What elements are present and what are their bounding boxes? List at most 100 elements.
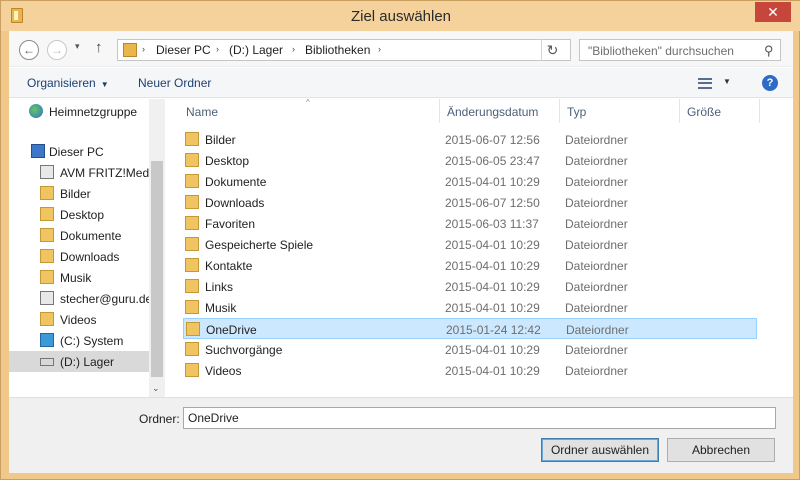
folder-icon <box>40 312 54 326</box>
folder-icon <box>185 174 199 188</box>
table-row[interactable]: Videos 2015-04-01 10:29 Dateiordner <box>183 360 757 381</box>
column-divider[interactable] <box>679 99 680 123</box>
table-row[interactable]: Bilder 2015-06-07 12:56 Dateiordner <box>183 129 757 150</box>
dialog-body: ← → ▾ ↑ › Dieser PC › (D:) Lager › Bibli… <box>9 31 793 473</box>
column-divider[interactable] <box>559 99 560 123</box>
breadcrumb-d-lager[interactable]: (D:) Lager <box>229 43 283 57</box>
dialog-window: Ziel auswählen ✕ ← → ▾ ↑ › Dieser PC › (… <box>0 0 800 480</box>
sidebar-item-heimnetzgruppe[interactable]: Heimnetzgruppe <box>9 101 149 122</box>
sidebar-item-c-system[interactable]: (C:) System <box>9 330 149 351</box>
column-divider[interactable] <box>439 99 440 123</box>
close-button[interactable]: ✕ <box>755 2 791 22</box>
file-date: 2015-04-01 10:29 <box>445 259 540 273</box>
table-row[interactable]: Dokumente 2015-04-01 10:29 Dateiordner <box>183 171 757 192</box>
folder-icon <box>185 363 199 377</box>
table-row[interactable]: Musik 2015-04-01 10:29 Dateiordner <box>183 297 757 318</box>
file-name: Bilder <box>205 133 236 147</box>
file-name: Desktop <box>205 154 250 168</box>
column-header-name[interactable]: Name <box>186 105 218 119</box>
sidebar-item-label: Videos <box>60 313 97 327</box>
folder-icon <box>186 322 200 336</box>
scrollbar-thumb[interactable] <box>151 161 163 377</box>
file-name: Kontakte <box>205 259 253 273</box>
view-options-icon[interactable] <box>698 78 712 89</box>
file-type: Dateiordner <box>565 364 628 378</box>
sidebar-item-bilder[interactable]: Bilder <box>9 183 149 204</box>
address-bar[interactable]: › Dieser PC › (D:) Lager › Bibliotheken … <box>117 39 571 61</box>
chevron-down-icon: ▼ <box>100 80 109 89</box>
organize-menu-button[interactable]: Organisieren ▼ <box>27 76 109 90</box>
table-row[interactable]: Favoriten 2015-06-03 11:37 Dateiordner <box>183 213 757 234</box>
folder-name-input[interactable] <box>183 407 776 429</box>
table-row[interactable]: OneDrive 2015-01-24 12:42 Dateiordner <box>183 318 757 339</box>
sidebar-item-label: Downloads <box>60 250 120 264</box>
homegroup-icon <box>29 104 43 118</box>
folder-icon <box>40 228 54 242</box>
drive-icon <box>40 358 54 366</box>
file-date: 2015-06-07 12:56 <box>445 133 540 147</box>
sidebar-item-avm-fritz[interactable]: AVM FRITZ!Media <box>9 162 149 183</box>
sidebar-item-d-lager[interactable]: (D:) Lager <box>9 351 149 372</box>
folder-icon <box>40 186 54 200</box>
dialog-footer: Ordner: Ordner auswählen Abbrechen <box>9 397 793 473</box>
chevron-down-icon[interactable]: ▼ <box>723 77 731 86</box>
title-bar: Ziel auswählen ✕ <box>1 1 800 31</box>
sidebar-item-label: Desktop <box>60 208 105 222</box>
table-row[interactable]: Kontakte 2015-04-01 10:29 Dateiordner <box>183 255 757 276</box>
table-row[interactable]: Suchvorgänge 2015-04-01 10:29 Dateiordne… <box>183 339 757 360</box>
sidebar-item-label: Bilder <box>60 187 91 201</box>
select-folder-button[interactable]: Ordner auswählen <box>541 438 659 462</box>
folder-icon <box>185 258 199 272</box>
file-type: Dateiordner <box>566 323 629 337</box>
sidebar-item-desktop[interactable]: Desktop <box>9 204 149 225</box>
navigation-pane: Heimnetzgruppe Dieser PC AVM FRITZ!Media… <box>9 99 165 399</box>
sidebar-item-dokumente[interactable]: Dokumente <box>9 225 149 246</box>
breadcrumb-bibliotheken[interactable]: Bibliotheken <box>305 43 370 57</box>
folder-field-label: Ordner: <box>139 412 180 426</box>
breadcrumb-separator[interactable]: › <box>292 44 295 54</box>
system-drive-icon <box>40 333 54 347</box>
search-input[interactable]: "Bibliotheken" durchsuchen ⚲ <box>579 39 781 61</box>
sidebar-item-downloads[interactable]: Downloads <box>9 246 149 267</box>
search-icon[interactable]: ⚲ <box>764 43 774 59</box>
file-type: Dateiordner <box>565 175 628 189</box>
sidebar-scrollbar[interactable]: ⌄ <box>149 99 165 399</box>
breadcrumb-separator[interactable]: › <box>142 44 145 54</box>
folder-icon <box>40 207 54 221</box>
table-row[interactable]: Links 2015-04-01 10:29 Dateiordner <box>183 276 757 297</box>
file-name: Suchvorgänge <box>205 343 283 357</box>
sidebar-item-dieser-pc[interactable]: Dieser PC <box>9 141 149 162</box>
column-divider[interactable] <box>759 99 760 123</box>
help-icon[interactable]: ? <box>762 75 778 91</box>
media-device-icon <box>40 165 54 179</box>
refresh-button[interactable]: ↻ <box>541 39 563 61</box>
folder-icon <box>185 132 199 146</box>
file-date: 2015-01-24 12:42 <box>446 323 541 337</box>
folder-icon <box>40 270 54 284</box>
file-type: Dateiordner <box>565 301 628 315</box>
sidebar-item-musik[interactable]: Musik <box>9 267 149 288</box>
table-row[interactable]: Gespeicherte Spiele 2015-04-01 10:29 Dat… <box>183 234 757 255</box>
up-button[interactable]: ↑ <box>95 39 103 56</box>
table-row[interactable]: Downloads 2015-06-07 12:50 Dateiordner <box>183 192 757 213</box>
file-name: Videos <box>205 364 242 378</box>
column-header-date[interactable]: Änderungsdatum <box>447 105 538 119</box>
folder-icon <box>185 300 199 314</box>
column-header-type[interactable]: Typ <box>567 105 586 119</box>
sidebar-item-videos[interactable]: Videos <box>9 309 149 330</box>
breadcrumb-separator[interactable]: › <box>216 44 219 54</box>
table-row[interactable]: Desktop 2015-06-05 23:47 Dateiordner <box>183 150 757 171</box>
back-button[interactable]: ← <box>19 40 39 60</box>
column-header-size[interactable]: Größe <box>687 105 721 119</box>
forward-button[interactable]: → <box>47 40 67 60</box>
breadcrumb-separator[interactable]: › <box>378 44 381 54</box>
new-folder-button[interactable]: Neuer Ordner <box>138 76 211 90</box>
scroll-down-icon[interactable]: ⌄ <box>152 383 160 394</box>
file-type: Dateiordner <box>565 259 628 273</box>
breadcrumb-dieser-pc[interactable]: Dieser PC <box>156 43 211 57</box>
file-date: 2015-04-01 10:29 <box>445 364 540 378</box>
file-date: 2015-06-03 11:37 <box>445 217 539 231</box>
recent-locations-button[interactable]: ▾ <box>75 41 80 52</box>
cancel-button[interactable]: Abbrechen <box>667 438 775 462</box>
sidebar-item-stecher[interactable]: stecher@guru.de <box>9 288 149 309</box>
